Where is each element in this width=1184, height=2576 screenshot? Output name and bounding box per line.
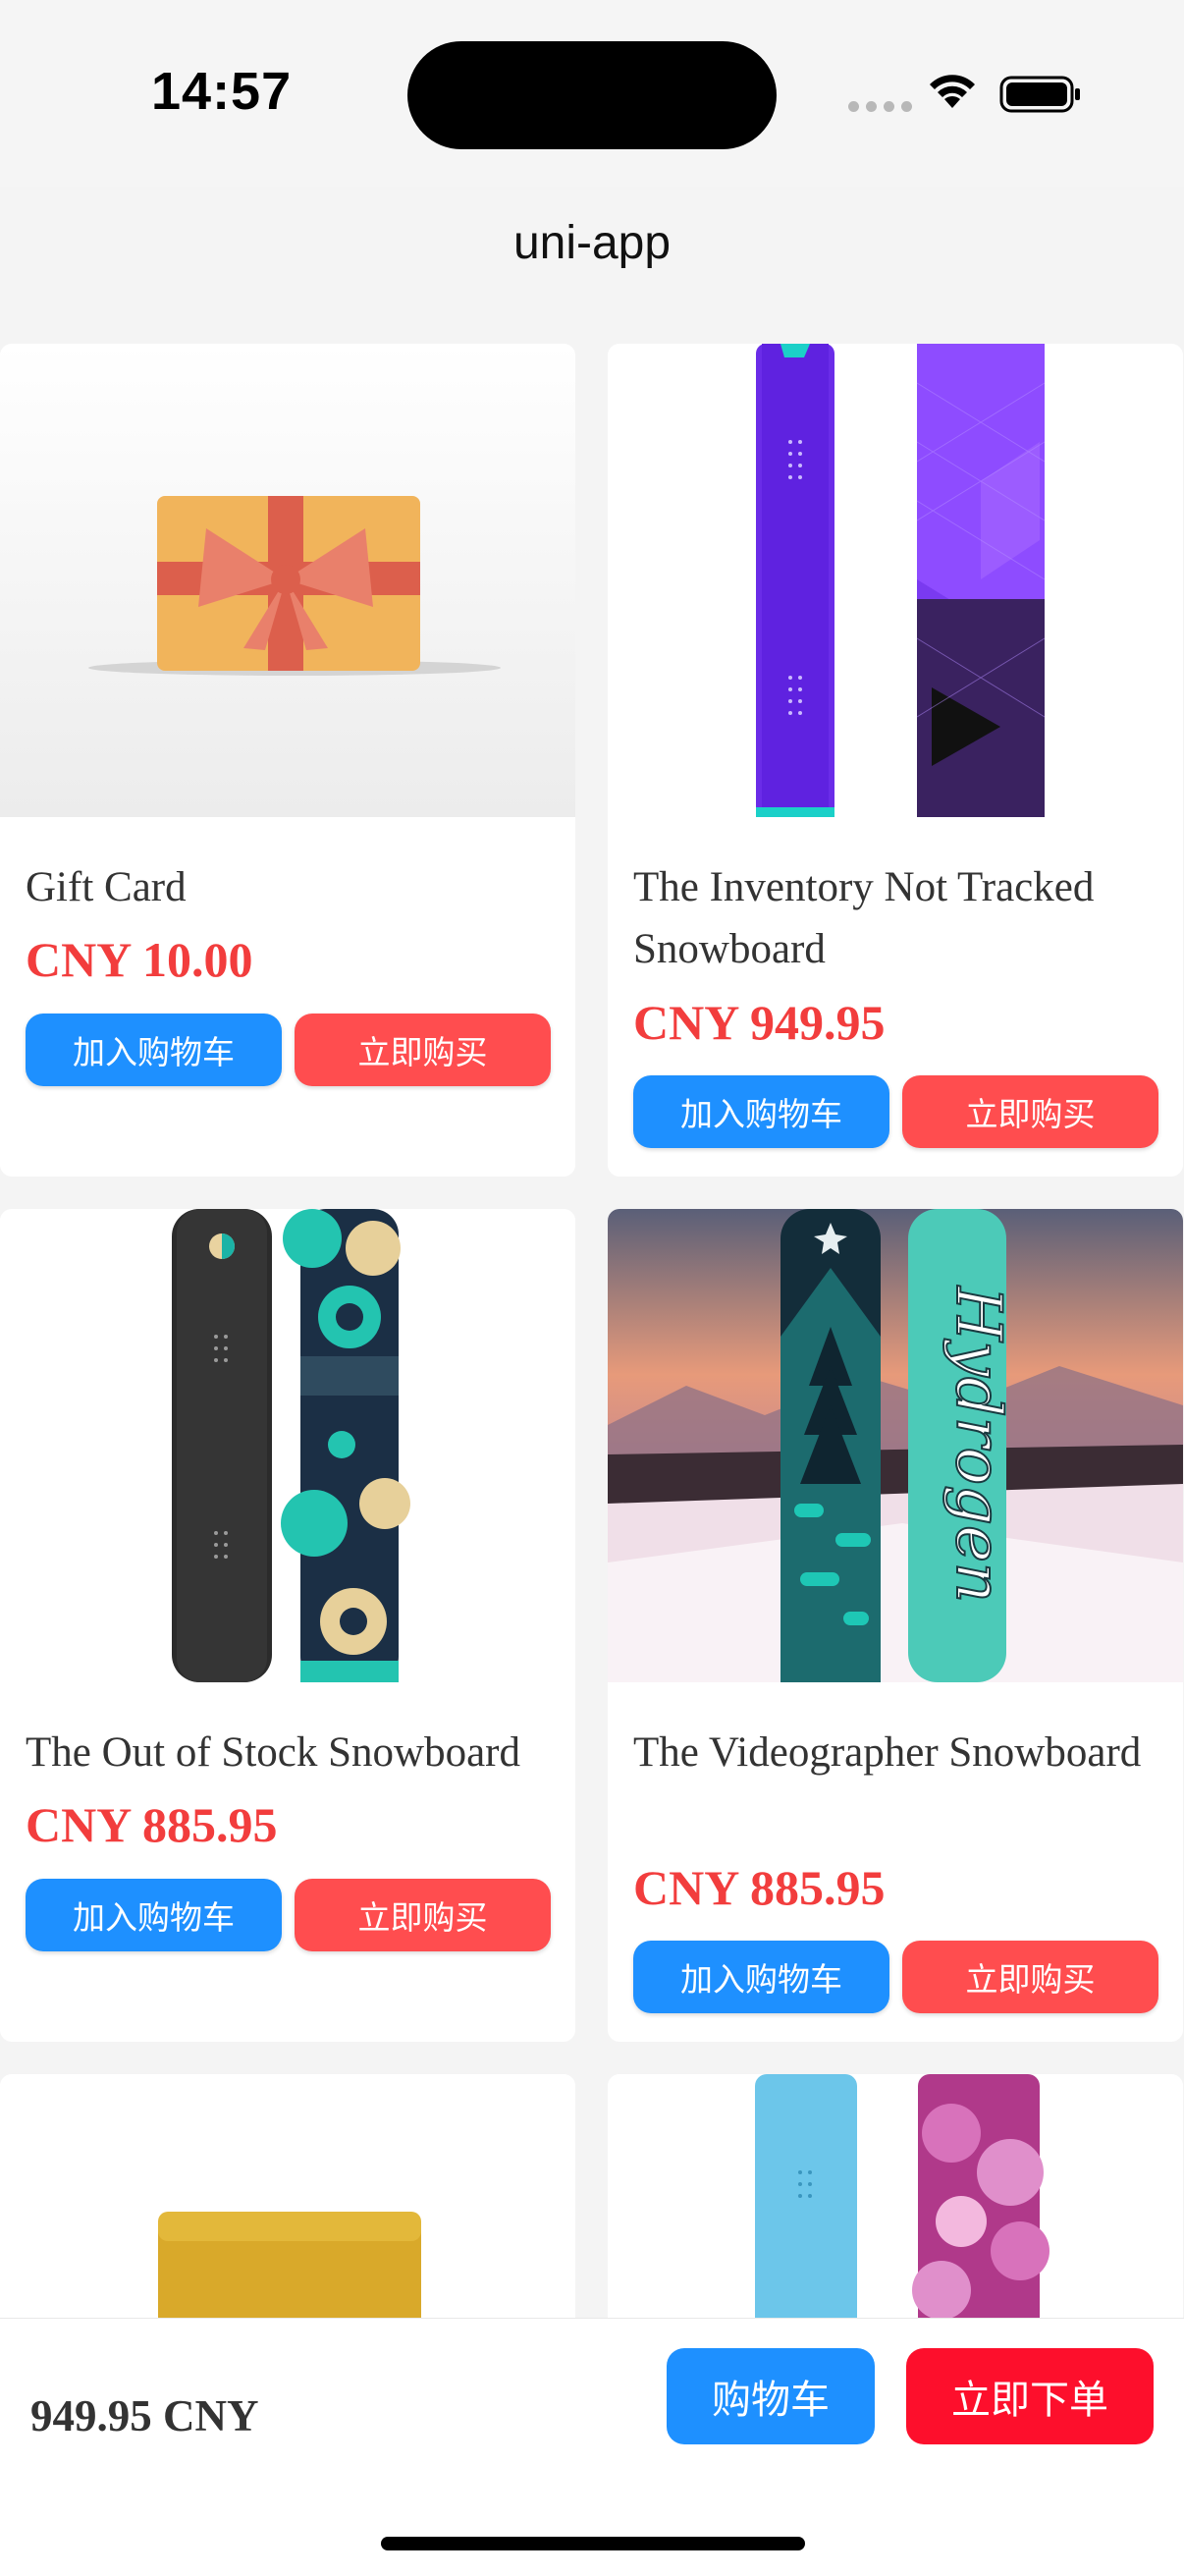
add-to-cart-button[interactable]: 加入购物车 — [633, 1941, 889, 2013]
product-card[interactable]: The Inventory Not Tracked Snowboard CNY … — [608, 344, 1183, 1177]
add-to-cart-button[interactable]: 加入购物车 — [633, 1075, 889, 1148]
status-bar: 14:57 — [0, 0, 1184, 187]
add-to-cart-button[interactable]: 加入购物车 — [26, 1014, 282, 1086]
dynamic-island — [407, 41, 777, 149]
cellular-signal-icon — [848, 101, 912, 112]
cart-total: 949.95 CNY — [30, 2391, 259, 2440]
product-card[interactable]: Hydrogen The Videographer Snowboard CNY … — [608, 1209, 1183, 2042]
purple-snowboard-image[interactable] — [608, 344, 1183, 817]
buy-now-button[interactable]: 立即购买 — [902, 1941, 1158, 2013]
gift-card-image[interactable] — [0, 344, 575, 817]
product-price: CNY 949.95 — [633, 995, 886, 1050]
place-order-button[interactable]: 立即下单 — [906, 2348, 1154, 2444]
product-title: The Videographer Snowboard — [633, 1729, 1142, 1776]
cart-button[interactable]: 购物车 — [667, 2348, 875, 2444]
svg-text:Hydrogen: Hydrogen — [942, 1286, 1014, 1603]
buy-now-button[interactable]: 立即购买 — [902, 1075, 1158, 1148]
page-title: uni-app — [512, 217, 672, 269]
product-title: The Out of Stock Snowboard — [26, 1729, 520, 1776]
status-time: 14:57 — [151, 62, 293, 121]
add-to-cart-button[interactable]: 加入购物车 — [26, 1879, 282, 1951]
product-title: The Inventory Not Tracked Snowboard — [633, 864, 1095, 972]
buy-now-button[interactable]: 立即购买 — [295, 1879, 551, 1951]
product-price: CNY 885.95 — [633, 1860, 886, 1915]
home-indicator[interactable] — [381, 2537, 805, 2550]
product-card[interactable]: Gift Card CNY 10.00 加入购物车 立即购买 — [0, 344, 575, 1177]
hydrogen-snowboard-image[interactable]: Hydrogen — [608, 1209, 1183, 1682]
battery-icon — [999, 76, 1080, 113]
product-title: Gift Card — [26, 864, 187, 910]
black-teal-snowboard-image[interactable] — [0, 1209, 575, 1682]
buy-now-button[interactable]: 立即购买 — [295, 1014, 551, 1086]
product-price: CNY 885.95 — [26, 1797, 278, 1852]
product-card[interactable]: The Out of Stock Snowboard CNY 885.95 加入… — [0, 1209, 575, 2042]
product-price: CNY 10.00 — [26, 932, 253, 987]
wifi-icon — [930, 75, 975, 108]
